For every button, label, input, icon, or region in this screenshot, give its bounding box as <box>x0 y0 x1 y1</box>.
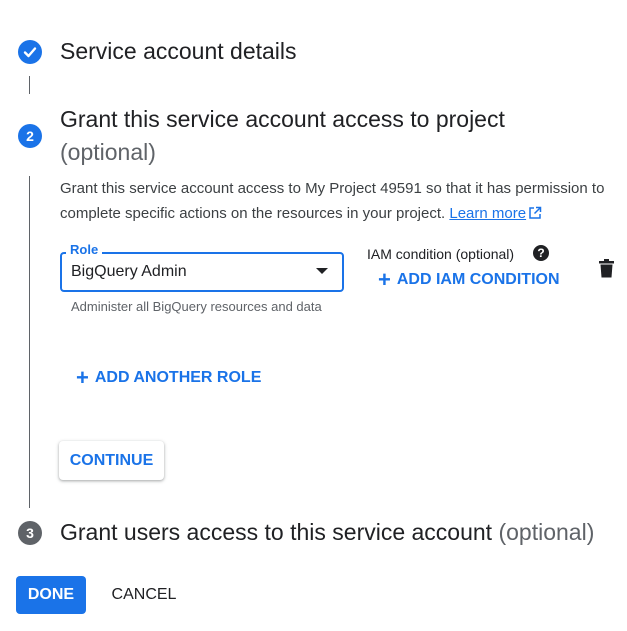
external-link-icon <box>529 206 542 219</box>
step-3-title-text: Grant users access to this service accou… <box>60 519 493 545</box>
step-2-title-text: Grant this service account access to pro… <box>60 106 505 132</box>
step-connector-1 <box>29 76 30 94</box>
step-2-number: 2 <box>26 128 34 144</box>
cancel-button[interactable]: CANCEL <box>104 576 184 614</box>
role-selected-value[interactable]: BigQuery Admin <box>71 262 187 282</box>
add-another-role-label: ADD ANOTHER ROLE <box>94 369 262 386</box>
continue-label: CONTINUE <box>69 451 154 469</box>
continue-button[interactable]: CONTINUE <box>59 441 164 480</box>
add-another-role-button[interactable]: + ADD ANOTHER ROLE <box>76 365 262 390</box>
step-2-number-badge: 2 <box>18 124 42 148</box>
trash-icon[interactable] <box>599 259 614 278</box>
done-button[interactable]: DONE <box>16 576 86 614</box>
step-1-complete-icon <box>18 40 42 64</box>
grant-description: Grant this service account access to My … <box>60 176 627 226</box>
plus-icon: + <box>378 267 391 292</box>
step-1-title-text: Service account details <box>60 38 297 64</box>
step-2-content-rail <box>29 176 30 508</box>
role-field-label: Role <box>66 241 103 258</box>
checkmark-icon <box>23 47 37 58</box>
step-3-title[interactable]: Grant users access to this service accou… <box>60 516 594 549</box>
dropdown-arrow-icon[interactable] <box>316 268 328 274</box>
help-icon[interactable]: ? <box>533 245 549 261</box>
learn-more-link[interactable]: Learn more <box>449 205 526 222</box>
iam-condition-label: IAM condition (optional) <box>367 246 515 262</box>
step-2-optional-tag: (optional) <box>60 139 156 165</box>
step-2-title: Grant this service account access to pro… <box>60 103 505 169</box>
role-hint-text: Administer all BigQuery resources and da… <box>71 299 322 314</box>
step-3-optional-tag: (optional) <box>498 519 595 545</box>
add-iam-condition-label: ADD IAM CONDITION <box>396 271 560 288</box>
cancel-label: CANCEL <box>111 586 177 603</box>
done-label: DONE <box>27 586 75 603</box>
step-3-number-badge: 3 <box>18 521 42 545</box>
step-3-number: 3 <box>26 525 34 541</box>
learn-more-label: Learn more <box>449 205 527 222</box>
add-iam-condition-button[interactable]: + ADD IAM CONDITION <box>378 267 560 292</box>
step-1-title[interactable]: Service account details <box>60 35 297 68</box>
plus-icon: + <box>76 365 89 390</box>
